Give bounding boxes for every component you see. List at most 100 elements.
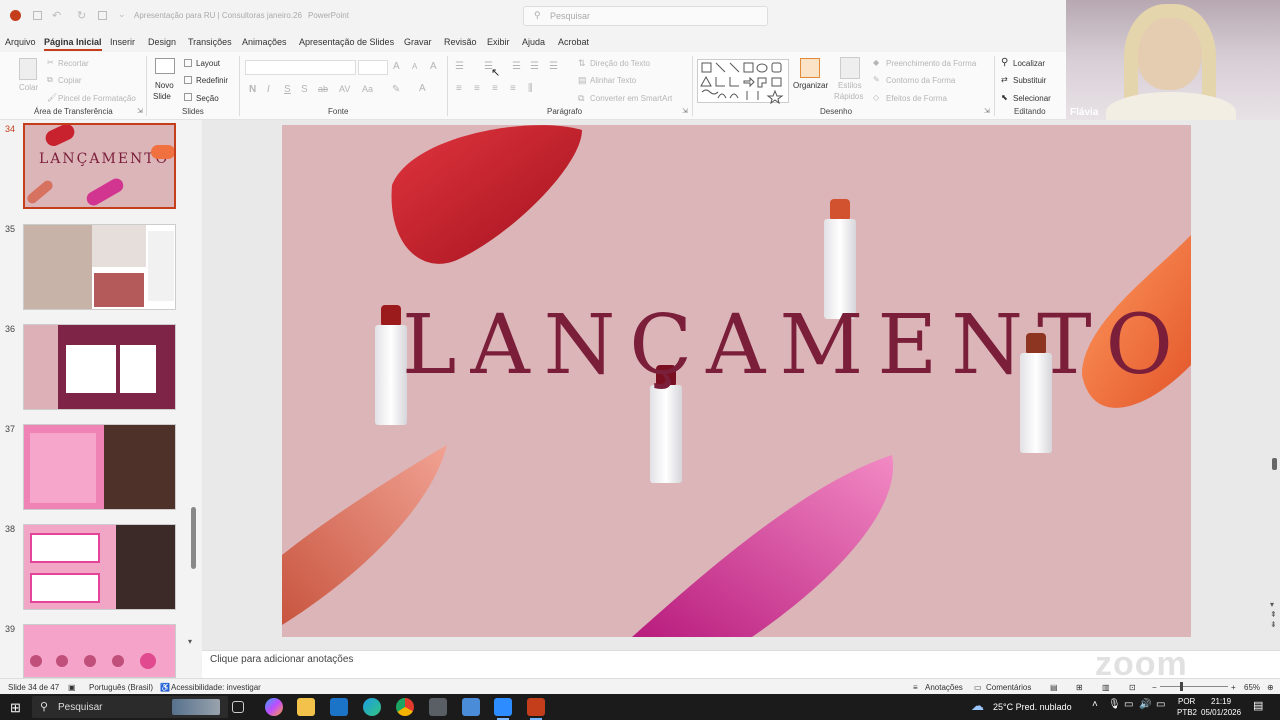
calculator-icon[interactable] xyxy=(429,698,447,716)
cut-button[interactable]: Recortar xyxy=(58,59,89,68)
comments-toggle-button[interactable]: Comentários xyxy=(986,683,1031,692)
grow-font-icon[interactable]: A xyxy=(393,61,400,72)
photos-icon[interactable] xyxy=(462,698,480,716)
fit-slide-icon[interactable]: ⊕ xyxy=(1267,683,1274,692)
slide-title[interactable]: LANÇAMENTO xyxy=(402,298,1187,393)
shadow-icon[interactable]: S xyxy=(301,84,308,95)
slideshow-icon[interactable]: ⊡ xyxy=(1129,683,1136,692)
decrease-indent-icon[interactable]: ☰ xyxy=(512,61,521,72)
tab-apresentacao[interactable]: Apresentação de Slides xyxy=(299,37,394,47)
accessibility-icon[interactable]: ♿ xyxy=(160,683,170,692)
reset-button[interactable]: Redefinir xyxy=(196,76,228,85)
notes-toggle-button[interactable]: Anotações xyxy=(925,683,963,692)
tab-arquivo[interactable]: Arquivo xyxy=(5,37,36,47)
select-button[interactable]: Selecionar xyxy=(1013,94,1051,103)
task-view-icon[interactable] xyxy=(232,701,244,713)
convert-smartart-icon[interactable]: ⧉ xyxy=(578,93,584,104)
notes-pane[interactable]: Clique para adicionar anotações zoom ▾ xyxy=(188,637,1280,683)
clear-format-icon[interactable]: A xyxy=(430,61,437,72)
redo-icon[interactable]: ↻ xyxy=(77,9,86,22)
text-direction-button[interactable]: Direção do Texto xyxy=(590,59,650,68)
strikethrough-icon[interactable]: ab xyxy=(318,84,328,94)
file-explorer-icon[interactable] xyxy=(297,698,315,716)
quick-styles-button-line2[interactable]: Rápidos xyxy=(834,92,863,101)
clock-date[interactable]: 05/01/2026 xyxy=(1201,708,1241,717)
columns-icon[interactable]: ⫼ xyxy=(528,83,533,94)
tab-inserir[interactable]: Inserir xyxy=(110,37,135,47)
clock-time[interactable]: 21:19 xyxy=(1211,697,1231,706)
input-lang-1[interactable]: POR xyxy=(1178,697,1195,706)
copy-button[interactable]: Copiar xyxy=(58,76,82,85)
spellcheck-icon[interactable]: ▣ xyxy=(68,683,76,692)
editor-scrollbar[interactable] xyxy=(1272,458,1277,470)
tab-gravar[interactable]: Gravar xyxy=(404,37,432,47)
present-icon[interactable] xyxy=(98,11,107,20)
bullets-icon[interactable]: ☰ xyxy=(455,61,464,72)
zoom-out-icon[interactable]: − xyxy=(1152,683,1157,692)
text-direction-icon[interactable]: ⇅ xyxy=(578,58,586,69)
edge-icon[interactable] xyxy=(363,698,381,716)
zoom-in-icon[interactable]: + xyxy=(1231,683,1236,692)
undo-icon[interactable]: ↶ xyxy=(52,9,61,22)
align-right-icon[interactable]: ≡ xyxy=(492,83,498,94)
tab-animacoes[interactable]: Animações xyxy=(242,37,287,47)
shape-fill-button[interactable]: Preenchimento da Forma xyxy=(886,59,976,68)
justify-icon[interactable]: ≡ xyxy=(510,83,516,94)
shape-outline-button[interactable]: Contorno da Forma xyxy=(886,76,955,85)
weather-status[interactable]: 25°C Pred. nublado xyxy=(993,702,1072,712)
new-slide-button-line2[interactable]: Slide xyxy=(153,92,171,101)
cut-icon[interactable]: ✂ xyxy=(47,58,54,67)
zoom-slider[interactable] xyxy=(1160,686,1228,687)
volume-icon[interactable]: 🔊 xyxy=(1139,699,1151,710)
section-icon[interactable] xyxy=(184,93,192,101)
new-slide-button[interactable]: Novo xyxy=(155,81,174,90)
align-center-icon[interactable]: ≡ xyxy=(474,83,480,94)
section-button[interactable]: Seção xyxy=(196,94,219,103)
scroll-up-icon[interactable]: ▾ xyxy=(1270,600,1274,609)
paste-icon[interactable] xyxy=(19,58,37,80)
tab-exibir[interactable]: Exibir xyxy=(487,37,510,47)
paragraph-launcher-icon[interactable]: ⇲ xyxy=(682,107,688,115)
font-color-icon[interactable]: A xyxy=(419,83,426,94)
microphone-icon[interactable]: 🎙 xyxy=(1108,699,1121,710)
copy-icon[interactable]: ⧉ xyxy=(47,75,53,85)
zoom-level[interactable]: 65% xyxy=(1244,683,1260,692)
tab-revisao[interactable]: Revisão xyxy=(444,37,477,47)
comments-icon[interactable]: ▭ xyxy=(974,683,982,692)
paste-button[interactable]: Colar xyxy=(19,83,38,92)
italic-icon[interactable]: I xyxy=(267,84,270,95)
clipboard-launcher-icon[interactable]: ⇲ xyxy=(137,107,143,115)
weather-icon[interactable]: ☁ xyxy=(971,698,984,714)
select-icon[interactable]: ⬉ xyxy=(1001,93,1008,102)
battery-icon[interactable]: ▭ xyxy=(1156,699,1165,710)
replace-icon[interactable]: ⇄ xyxy=(1001,75,1008,84)
shape-outline-icon[interactable]: ✎ xyxy=(873,75,880,84)
prev-slide-icon[interactable]: ⇞ xyxy=(1270,610,1277,619)
bold-icon[interactable]: N xyxy=(249,84,256,95)
align-left-icon[interactable]: ≡ xyxy=(456,83,462,94)
reset-icon[interactable] xyxy=(184,76,192,84)
notification-icon[interactable]: ▤ xyxy=(1253,699,1263,712)
normal-view-icon[interactable]: ▤ xyxy=(1050,683,1058,692)
quick-styles-button[interactable]: Estilos xyxy=(838,81,862,90)
arrange-icon[interactable] xyxy=(800,58,820,78)
layout-button[interactable]: Layout xyxy=(196,59,220,68)
next-slide-icon[interactable]: ⇟ xyxy=(1270,620,1277,629)
replace-button[interactable]: Substituir xyxy=(1013,76,1046,85)
zoom-app-icon[interactable] xyxy=(494,698,512,716)
slide-thumbnail-36[interactable] xyxy=(23,324,176,410)
tab-acrobat[interactable]: Acrobat xyxy=(558,37,589,47)
tab-ajuda[interactable]: Ajuda xyxy=(522,37,545,47)
convert-smartart-button[interactable]: Converter em SmartArt xyxy=(590,94,672,103)
align-text-icon[interactable]: ▤ xyxy=(578,75,587,86)
panel-scrollbar[interactable] xyxy=(191,507,196,569)
quick-styles-icon[interactable] xyxy=(840,57,860,79)
find-button[interactable]: Localizar xyxy=(1013,59,1045,68)
line-spacing-icon[interactable]: ☰ xyxy=(549,61,558,72)
slide-thumbnail-39[interactable] xyxy=(23,624,176,678)
spacing-icon[interactable]: AV xyxy=(339,84,350,94)
highlight-icon[interactable]: ✎ xyxy=(392,84,400,95)
shape-effects-icon[interactable]: ◇ xyxy=(873,93,879,102)
shape-effects-button[interactable]: Efeitos de Forma xyxy=(886,94,947,103)
reading-view-icon[interactable]: ▥ xyxy=(1102,683,1110,692)
